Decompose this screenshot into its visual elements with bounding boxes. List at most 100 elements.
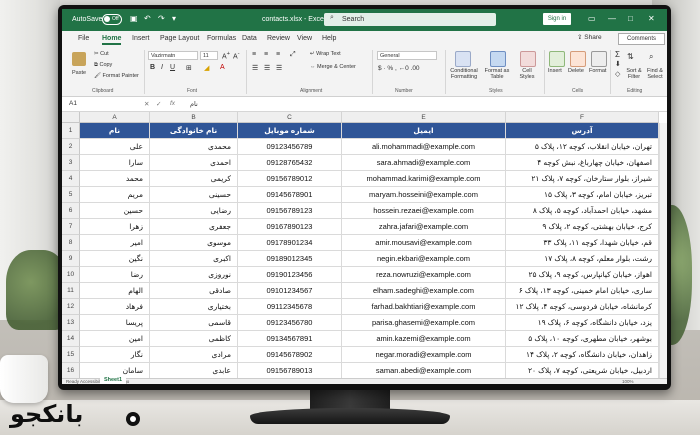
borders-icon[interactable]: ⊞ (186, 64, 192, 72)
cell-family-name[interactable]: محمدی (150, 139, 238, 155)
orientation-icon[interactable]: ⤢ (290, 51, 296, 59)
cell-mobile[interactable]: 09190123456 (238, 267, 342, 283)
row-header[interactable]: 14 (62, 331, 80, 347)
format-as-table-icon[interactable] (490, 51, 506, 67)
close-icon[interactable]: ✕ (648, 14, 655, 23)
find-select-icon[interactable]: ⌕ (649, 52, 653, 62)
delete-cells-label[interactable]: Delete (568, 68, 584, 74)
cell-styles-label[interactable]: Cell Styles (516, 68, 538, 80)
cell-mobile[interactable]: 09112345678 (238, 299, 342, 315)
cell-address[interactable]: قم، خیابان شهدا، کوچه ۱۱، پلاک ۳۳ (506, 235, 659, 251)
vertical-scrollbar[interactable] (659, 123, 667, 378)
cell-address[interactable]: مشهد، خیابان احمدآباد، کوچه ۵، پلاک ۸ (506, 203, 659, 219)
grow-font-icon[interactable]: A+ (222, 51, 230, 60)
sheet-tab[interactable]: Sheet1 (100, 376, 126, 384)
cell-name[interactable]: نگین (80, 251, 150, 267)
column-header[interactable]: B (150, 112, 238, 123)
cell-mobile[interactable]: 09134567891 (238, 331, 342, 347)
cell-address[interactable]: رشت، بلوار معلم، کوچه ۸، پلاک ۱۷ (506, 251, 659, 267)
cell-email[interactable]: elham.sadeghi@example.com (342, 283, 506, 299)
tab-review[interactable]: Review (267, 35, 290, 42)
tab-page-layout[interactable]: Page Layout (160, 35, 199, 42)
align-top-icon[interactable]: ≡ (252, 51, 256, 58)
tab-view[interactable]: View (297, 35, 312, 42)
cell-address[interactable]: کرج، خیابان بهشتی، کوچه ۲، پلاک ۹ (506, 219, 659, 235)
cell-mobile[interactable]: 09156789123 (238, 203, 342, 219)
cell-name[interactable]: سارا (80, 155, 150, 171)
cell-email[interactable]: hossein.rezaei@example.com (342, 203, 506, 219)
cell-name[interactable]: الهام (80, 283, 150, 299)
cell-name[interactable]: حسین (80, 203, 150, 219)
cell-family-name[interactable]: نوروزی (150, 267, 238, 283)
cell-mobile[interactable]: 09145678901 (238, 187, 342, 203)
cell-email[interactable]: negar.moradi@example.com (342, 347, 506, 363)
row-header[interactable]: 3 (62, 155, 80, 171)
fill-color-icon[interactable]: ◢ (204, 64, 209, 72)
cell-mobile[interactable]: 09178901234 (238, 235, 342, 251)
format-as-table-label[interactable]: Format as Table (483, 68, 511, 80)
sort-filter-icon[interactable]: ⇅ (627, 52, 634, 61)
autosum-icon[interactable]: Σ (615, 50, 620, 59)
align-bottom-icon[interactable]: ≡ (276, 51, 280, 58)
cell-name[interactable]: زهرا (80, 219, 150, 235)
cell-mobile[interactable]: 09123456789 (238, 139, 342, 155)
enter-icon[interactable]: ✓ (156, 100, 161, 108)
row-header[interactable]: 4 (62, 171, 80, 187)
row-header[interactable]: 10 (62, 267, 80, 283)
cell-name[interactable]: محمد (80, 171, 150, 187)
cell-address[interactable]: تبریز، خیابان امام، کوچه ۳، پلاک ۱۵ (506, 187, 659, 203)
row-header[interactable]: 7 (62, 219, 80, 235)
tab-formulas[interactable]: Formulas (207, 35, 236, 42)
row-header[interactable]: 11 (62, 283, 80, 299)
cell-family-name[interactable]: احمدی (150, 155, 238, 171)
number-format-select[interactable]: General (377, 51, 437, 60)
tab-home[interactable]: Home (102, 35, 122, 45)
cell-family-name[interactable]: رضایی (150, 203, 238, 219)
sign-in-button[interactable]: Sign in (543, 13, 571, 25)
select-all-button[interactable] (62, 112, 80, 123)
row-header[interactable]: 9 (62, 251, 80, 267)
row-header[interactable]: 16 (62, 363, 80, 379)
cell-email[interactable]: negin.ekbari@example.com (342, 251, 506, 267)
fill-icon[interactable]: ⬇ (615, 60, 621, 68)
cell-family-name[interactable]: قاسمی (150, 315, 238, 331)
cell-mobile[interactable]: 09145678902 (238, 347, 342, 363)
wrap-text-button[interactable]: ↵ Wrap Text (310, 51, 341, 57)
ribbon-display-icon[interactable]: ▭ (588, 14, 596, 23)
insert-function-icon[interactable]: fx (170, 100, 175, 107)
column-header[interactable]: C (238, 112, 342, 123)
cut-button[interactable]: ✂ Cut (94, 51, 109, 57)
column-header[interactable]: E (342, 112, 506, 123)
cell-address[interactable]: بوشهر، خیابان مطهری، کوچه ۱۰، پلاک ۵ (506, 331, 659, 347)
cancel-icon[interactable]: ✕ (144, 100, 149, 108)
cell-name[interactable]: امین (80, 331, 150, 347)
row-header[interactable]: 15 (62, 347, 80, 363)
cell-email[interactable]: zahra.jafari@example.com (342, 219, 506, 235)
sort-filter-label[interactable]: Sort & Filter (624, 68, 644, 80)
zoom-level[interactable]: 100% (622, 379, 634, 384)
copy-button[interactable]: ⧉ Copy (94, 62, 112, 69)
row-header[interactable]: 2 (62, 139, 80, 155)
cell-email[interactable]: maryam.hosseini@example.com (342, 187, 506, 203)
row-header[interactable]: 6 (62, 203, 80, 219)
name-box[interactable]: A1 (66, 99, 119, 108)
cell-name[interactable]: نگار (80, 347, 150, 363)
cell-mobile[interactable]: 09156789013 (238, 363, 342, 379)
delete-cells-icon[interactable] (570, 51, 586, 67)
cell-email[interactable]: ali.mohammadi@example.com (342, 139, 506, 155)
merge-center-button[interactable]: ⇔ Merge & Center (310, 64, 356, 70)
column-header[interactable]: A (80, 112, 150, 123)
cell-email[interactable]: amin.kazemi@example.com (342, 331, 506, 347)
undo-icon[interactable]: ↶ (144, 14, 151, 23)
cell-mobile[interactable]: 09123456780 (238, 315, 342, 331)
formula-input[interactable]: نام (190, 100, 198, 108)
cell-family-name[interactable]: جعفری (150, 219, 238, 235)
align-middle-icon[interactable]: ≡ (264, 51, 268, 58)
cell-family-name[interactable]: مرادی (150, 347, 238, 363)
font-color-icon[interactable]: A (220, 64, 225, 71)
format-painter-button[interactable]: 🖌 Format Painter (94, 73, 139, 79)
cell-family-name[interactable]: بختیاری (150, 299, 238, 315)
header-cell[interactable]: ایمیل (342, 123, 506, 139)
bold-icon[interactable]: B (150, 64, 155, 71)
tab-file[interactable]: File (78, 35, 89, 42)
